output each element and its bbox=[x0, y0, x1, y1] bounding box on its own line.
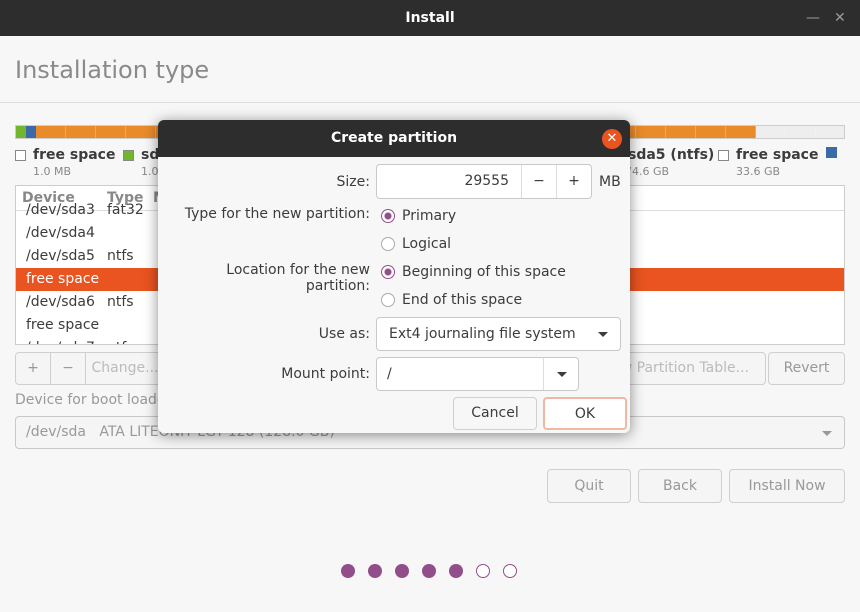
mount-point-combo[interactable]: / bbox=[376, 357, 579, 391]
mount-point-label: Mount point: bbox=[281, 366, 370, 382]
window-titlebar: Install bbox=[0, 0, 860, 36]
progress-dot bbox=[368, 564, 382, 578]
radio-label: Primary bbox=[402, 208, 457, 224]
device-cell: /dev/sda4 bbox=[26, 225, 95, 241]
legend-size: 33.6 GB bbox=[736, 165, 781, 178]
divider bbox=[0, 102, 860, 103]
size-input[interactable]: 29555 bbox=[377, 165, 521, 198]
close-window-icon[interactable]: ✕ bbox=[834, 10, 846, 26]
add-partition-button[interactable]: + bbox=[15, 352, 51, 385]
cancel-button[interactable]: Cancel bbox=[453, 397, 537, 430]
radio-icon bbox=[381, 265, 395, 279]
install-now-button[interactable]: Install Now bbox=[729, 469, 845, 503]
use-as-label: Use as: bbox=[318, 326, 370, 342]
chevron-down-icon bbox=[822, 431, 832, 436]
progress-dot bbox=[503, 564, 517, 578]
radio-icon bbox=[381, 293, 395, 307]
device-cell: /dev/sda3 bbox=[26, 202, 95, 218]
use-as-value: Ext4 journaling file system bbox=[389, 326, 576, 342]
legend-label: sda5 (ntfs) bbox=[628, 147, 715, 163]
partition-segment bbox=[16, 126, 26, 138]
quit-button[interactable]: Quit bbox=[547, 469, 631, 503]
create-partition-dialog: Create partition ✕ Size: 29555 − + MB Ty… bbox=[158, 120, 630, 433]
type-cell: ntfs bbox=[107, 294, 134, 310]
type-cell: fat32 bbox=[107, 202, 144, 218]
type-label: Type for the new partition: bbox=[184, 206, 370, 222]
type-cell: ntfs bbox=[107, 337, 134, 344]
progress-dot bbox=[395, 564, 409, 578]
size-increment-button[interactable]: + bbox=[556, 165, 591, 198]
radio-icon bbox=[381, 209, 395, 223]
partition-segment bbox=[25, 126, 36, 138]
legend-swatch bbox=[123, 149, 134, 161]
partition-segment bbox=[756, 126, 844, 138]
legend-label: sd bbox=[141, 147, 160, 163]
dialog-title: Create partition bbox=[158, 120, 630, 157]
radio-end[interactable]: End of this space bbox=[381, 292, 522, 308]
mount-point-input[interactable]: / bbox=[387, 366, 392, 382]
size-decrement-button[interactable]: − bbox=[521, 165, 556, 198]
radio-beginning[interactable]: Beginning of this space bbox=[381, 264, 566, 280]
device-cell: /dev/sda7 bbox=[26, 337, 107, 344]
legend-label: free space bbox=[736, 147, 819, 163]
legend-swatch bbox=[15, 149, 26, 161]
type-cell: ntfs bbox=[107, 248, 134, 264]
use-as-select[interactable]: Ext4 journaling file system bbox=[376, 317, 621, 351]
page-title: Installation type bbox=[15, 56, 210, 84]
legend-size: 74.6 GB bbox=[625, 165, 670, 178]
progress-dot bbox=[449, 564, 463, 578]
device-cell: free space bbox=[26, 317, 100, 333]
window-title: Install bbox=[405, 10, 455, 26]
legend-size: 1.0 MB bbox=[33, 165, 72, 178]
radio-icon bbox=[381, 237, 395, 251]
progress-dot bbox=[476, 564, 490, 578]
remove-partition-button[interactable]: − bbox=[50, 352, 86, 385]
minimize-icon[interactable]: — bbox=[806, 10, 820, 26]
size-spinbox[interactable]: 29555 − + bbox=[376, 164, 592, 199]
device-cell: free space bbox=[26, 271, 100, 287]
back-button[interactable]: Back bbox=[638, 469, 722, 503]
radio-label: End of this space bbox=[402, 292, 523, 308]
radio-logical[interactable]: Logical bbox=[381, 236, 451, 252]
bootloader-device: /dev/sda bbox=[26, 424, 86, 440]
legend-swatch bbox=[826, 147, 837, 158]
chevron-down-icon[interactable] bbox=[557, 372, 567, 377]
device-cell: /dev/sda5 bbox=[26, 248, 95, 264]
size-label: Size: bbox=[336, 174, 370, 190]
device-cell: /dev/sda6 bbox=[26, 294, 95, 310]
legend-size: 1.0 bbox=[141, 165, 159, 178]
revert-button[interactable]: Revert bbox=[768, 352, 845, 385]
radio-primary[interactable]: Primary bbox=[381, 208, 456, 224]
chevron-down-icon bbox=[598, 332, 608, 337]
progress-dot bbox=[341, 564, 355, 578]
progress-dot bbox=[422, 564, 436, 578]
legend-swatch bbox=[718, 149, 729, 161]
ok-button[interactable]: OK bbox=[543, 397, 627, 430]
location-label: Location for the new partition: bbox=[226, 262, 370, 294]
legend-label: free space bbox=[33, 147, 116, 163]
size-unit: MB bbox=[599, 174, 621, 190]
change-partition-button[interactable]: Change... bbox=[85, 352, 165, 385]
close-icon[interactable]: ✕ bbox=[602, 129, 622, 149]
radio-label: Logical bbox=[402, 236, 452, 252]
radio-label: Beginning of this space bbox=[402, 264, 566, 280]
